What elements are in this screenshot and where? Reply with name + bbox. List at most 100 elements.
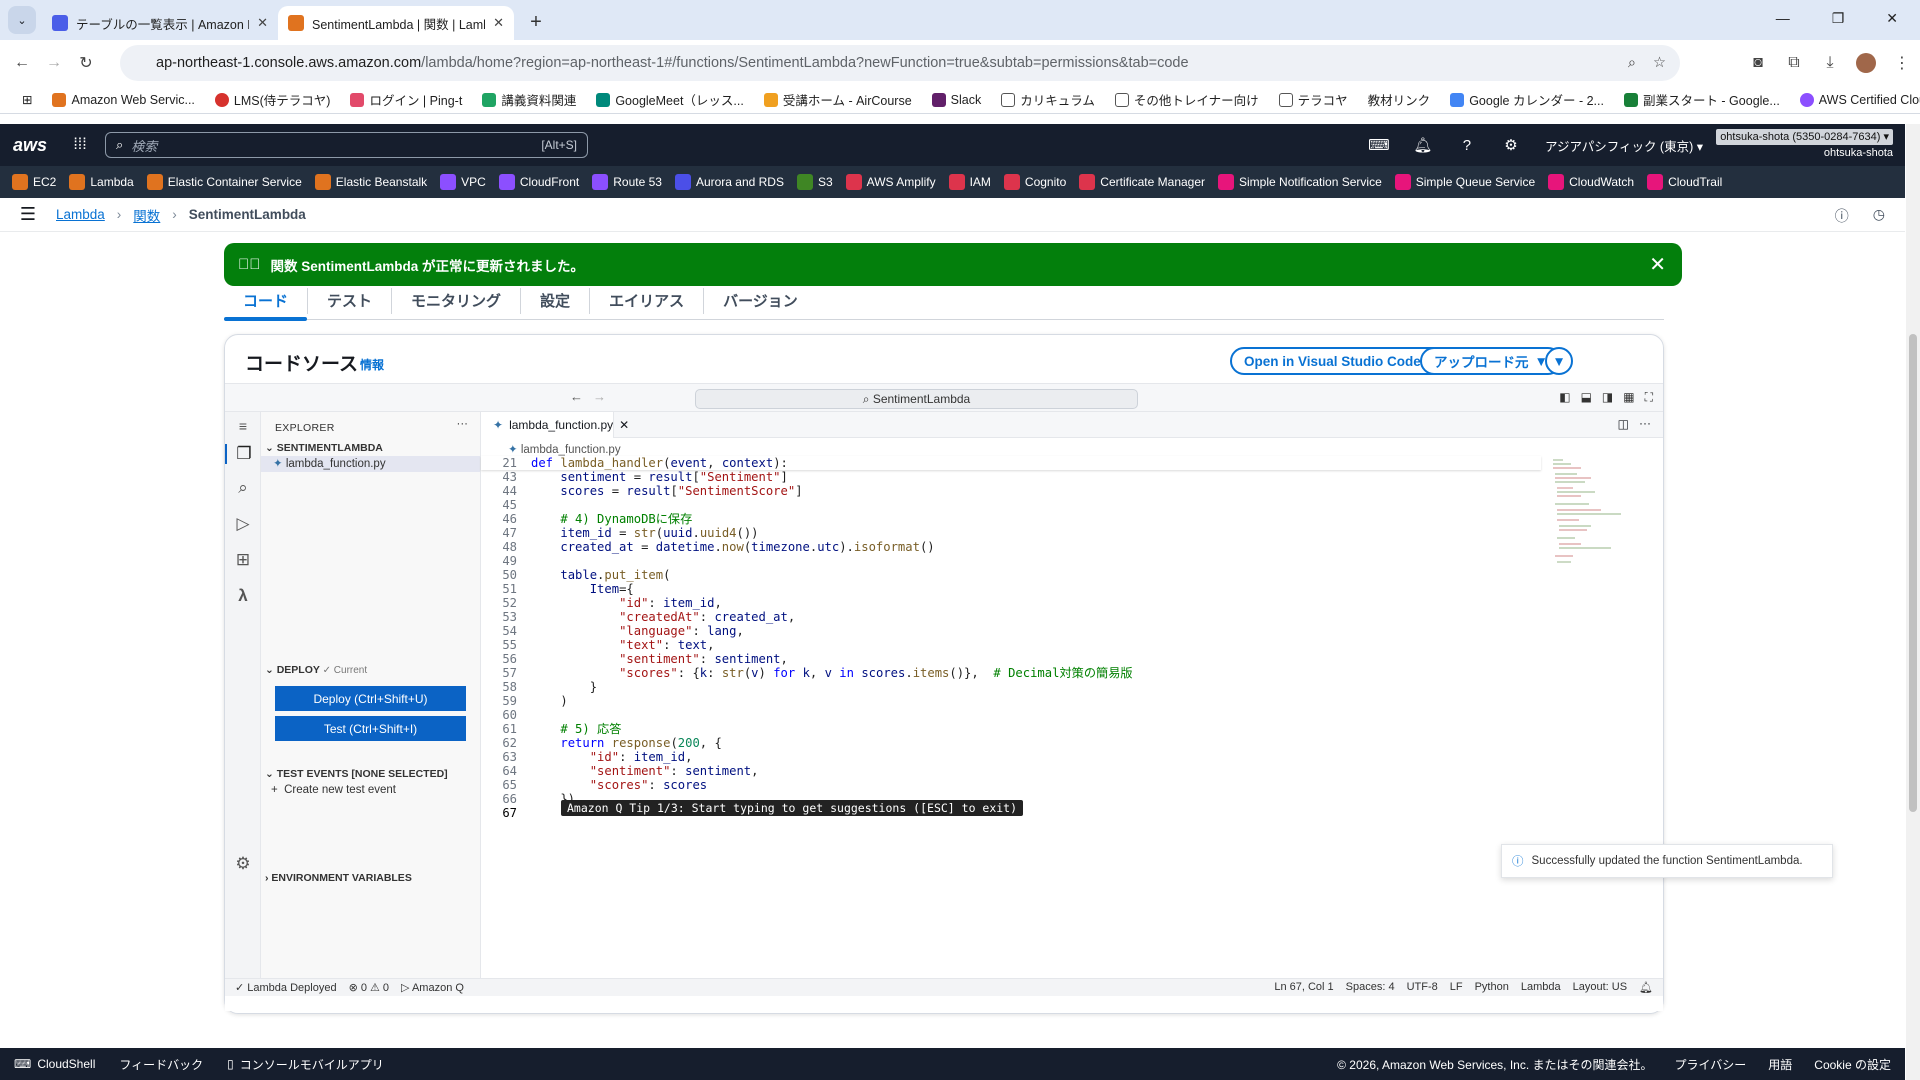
forward-icon[interactable]: → <box>38 54 70 72</box>
favorite-service-2[interactable]: Elastic Container Service <box>146 174 315 190</box>
close-window-icon[interactable]: ✕ <box>1886 10 1898 27</box>
menu-icon[interactable]: ⋮ <box>1884 53 1920 73</box>
status-eol[interactable]: LF <box>1450 981 1463 994</box>
test-events-header[interactable]: ⌄ TEST EVENTS [NONE SELECTED] <box>265 768 448 780</box>
more-icon[interactable]: ··· <box>1639 416 1651 430</box>
favorite-service-6[interactable]: Route 53 <box>592 174 675 190</box>
bookmark-item[interactable]: 受講ホーム - AirCourse <box>754 90 922 109</box>
favorite-service-10[interactable]: IAM <box>948 174 1004 190</box>
favorite-service-15[interactable]: CloudWatch <box>1548 174 1647 190</box>
status-language[interactable]: Python <box>1475 981 1509 994</box>
aws-logo[interactable]: aws <box>0 135 60 156</box>
extensions-icon[interactable]: ⊞ <box>225 550 261 570</box>
upload-from-button[interactable]: アップロード元 ▼ <box>1420 347 1562 375</box>
info-icon[interactable]: ⓘ <box>1835 206 1849 226</box>
breadcrumb-functions[interactable]: 関数 <box>133 205 160 225</box>
status-indent[interactable]: Spaces: 4 <box>1346 981 1395 994</box>
tab-code[interactable]: コード <box>224 287 309 321</box>
status-amazon-q[interactable]: ▷ Amazon Q <box>401 981 464 994</box>
toggle-panel-icon[interactable]: ⬓ <box>1581 390 1592 405</box>
bookmark-folder[interactable]: カリキュラム <box>991 90 1105 109</box>
tab-configuration[interactable]: 設定 <box>521 287 591 314</box>
nav-back-icon[interactable]: ← <box>570 389 583 404</box>
restore-icon[interactable]: ❐ <box>1832 10 1845 27</box>
favorite-service-11[interactable]: Cognito <box>1003 174 1079 190</box>
privacy-link[interactable]: プライバシー <box>1675 1056 1747 1073</box>
editor-tab-lambda-function[interactable]: ✦ lambda_function.py ✕ <box>481 412 629 438</box>
explorer-icon[interactable]: ❐ <box>225 444 261 464</box>
scrollbar-thumb[interactable] <box>1909 334 1917 812</box>
account-menu[interactable]: ohtsuka-shota (5350-0284-7634) ▾ ohtsuka… <box>1715 129 1905 161</box>
close-icon[interactable]: ✕ <box>619 418 629 432</box>
env-vars-header[interactable]: › ENVIRONMENT VARIABLES <box>265 872 412 884</box>
extensions-icon[interactable]: ⧉ <box>1776 54 1812 72</box>
nav-forward-icon[interactable]: → <box>593 389 606 404</box>
create-test-event-link[interactable]: + Create new test event <box>271 784 396 796</box>
status-lambda[interactable]: Lambda <box>1521 981 1561 994</box>
status-encoding[interactable]: UTF-8 <box>1407 981 1438 994</box>
timer-icon[interactable]: ◷ <box>1873 206 1885 226</box>
bookmark-item[interactable]: ログイン | Ping-t <box>340 90 472 109</box>
bookmark-item[interactable]: 講義資料関連 <box>472 90 586 109</box>
hamburger-menu-icon[interactable]: ☰ <box>0 204 56 225</box>
bookmark-item[interactable]: 教材リンク <box>1358 90 1441 109</box>
tab-monitoring[interactable]: モニタリング <box>392 287 522 314</box>
favorite-service-7[interactable]: Aurora and RDS <box>674 174 797 190</box>
region-selector[interactable]: アジアパシフィック (東京) ▾ <box>1533 136 1715 155</box>
zoom-icon[interactable]: ⌕ <box>1628 55 1636 71</box>
deploy-button[interactable]: Deploy (Ctrl+Shift+U) <box>275 686 466 711</box>
status-layout[interactable]: Layout: US <box>1573 981 1627 994</box>
favorite-service-5[interactable]: CloudFront <box>498 174 592 190</box>
more-icon[interactable]: ··· <box>457 418 469 430</box>
cookie-settings-link[interactable]: Cookie の設定 <box>1814 1056 1891 1073</box>
code-area[interactable]: 21 def lambda_handler(event, context): 43… <box>481 456 1541 820</box>
bookmark-item[interactable]: GoogleMeet（レッス... <box>586 90 754 109</box>
search-icon[interactable]: ⌕ <box>225 478 261 498</box>
status-deployed[interactable]: ✓ Lambda Deployed <box>225 981 349 994</box>
favorite-service-13[interactable]: Simple Notification Service <box>1218 174 1395 190</box>
camera-icon[interactable]: ◙ <box>1740 54 1776 72</box>
feedback-link[interactable]: フィードバック <box>105 1056 213 1073</box>
tab-versions[interactable]: バージョン <box>704 288 817 314</box>
toggle-sidebar-icon[interactable]: ◧ <box>1559 390 1570 405</box>
favorite-service-3[interactable]: Elastic Beanstalk <box>314 174 440 190</box>
tab-aliases[interactable]: エイリアス <box>590 287 705 314</box>
apps-icon[interactable]: ⊞ <box>12 92 42 107</box>
terms-link[interactable]: 用語 <box>1768 1056 1792 1073</box>
gear-icon[interactable]: ⚙ <box>1489 136 1533 154</box>
download-icon[interactable]: ⤓ <box>1812 54 1848 72</box>
url-field[interactable]: ap-northeast-1.console.aws.amazon.com/la… <box>120 45 1680 81</box>
browser-tab-lambda[interactable]: SentimentLambda | 関数 | Lamb ✕ <box>278 6 514 40</box>
close-icon[interactable]: ✕ <box>1649 252 1666 277</box>
lambda-icon[interactable]: λ <box>225 586 261 606</box>
favorite-service-1[interactable]: Lambda <box>69 174 146 190</box>
profile-avatar[interactable] <box>1848 53 1884 73</box>
favorite-service-8[interactable]: S3 <box>796 174 846 190</box>
page-scrollbar[interactable] <box>1906 124 1920 1080</box>
open-vscode-button[interactable]: Open in Visual Studio Code ↗ <box>1230 347 1453 375</box>
close-tab-icon[interactable]: ✕ <box>257 15 268 31</box>
bookmark-star-icon[interactable]: ☆ <box>1653 55 1666 71</box>
favorite-service-14[interactable]: Simple Queue Service <box>1394 174 1548 190</box>
close-tab-icon[interactable]: ✕ <box>493 15 504 31</box>
tab-test[interactable]: テスト <box>308 287 393 314</box>
reload-icon[interactable]: ↻ <box>70 53 102 73</box>
bookmark-item[interactable]: LMS(侍テラコヤ) <box>205 90 341 109</box>
bookmark-item[interactable]: AWS Certified Cloud... <box>1790 92 1920 107</box>
status-cursor[interactable]: Ln 67, Col 1 <box>1274 981 1333 994</box>
mobile-app-link[interactable]: ▯ コンソールモバイルアプリ <box>213 1056 394 1073</box>
favorite-service-9[interactable]: AWS Amplify <box>845 174 949 190</box>
bookmark-item[interactable]: Google カレンダー - 2... <box>1440 90 1614 109</box>
services-grid-icon[interactable]: ⁞⁞⁞ <box>60 136 100 154</box>
cloudshell-link[interactable]: ⌨ CloudShell <box>0 1057 105 1071</box>
command-center[interactable]: ⌕ SentimentLambda <box>695 389 1138 409</box>
bookmark-folder[interactable]: テラコヤ <box>1269 90 1358 109</box>
favorite-service-16[interactable]: CloudTrail <box>1647 174 1735 190</box>
settings-gear-icon[interactable]: ⚙ <box>225 854 261 874</box>
bell-icon[interactable]: 🔔︎ <box>1639 981 1653 994</box>
deploy-section-header[interactable]: ⌄ DEPLOY ✓ Current <box>265 664 367 676</box>
bookmark-item[interactable]: 副業スタート - Google... <box>1614 90 1790 109</box>
bookmark-folder[interactable]: その他トレイナー向け <box>1105 90 1269 109</box>
split-editor-icon[interactable]: ◫ <box>1618 417 1629 431</box>
minimap[interactable] <box>1551 456 1641 576</box>
